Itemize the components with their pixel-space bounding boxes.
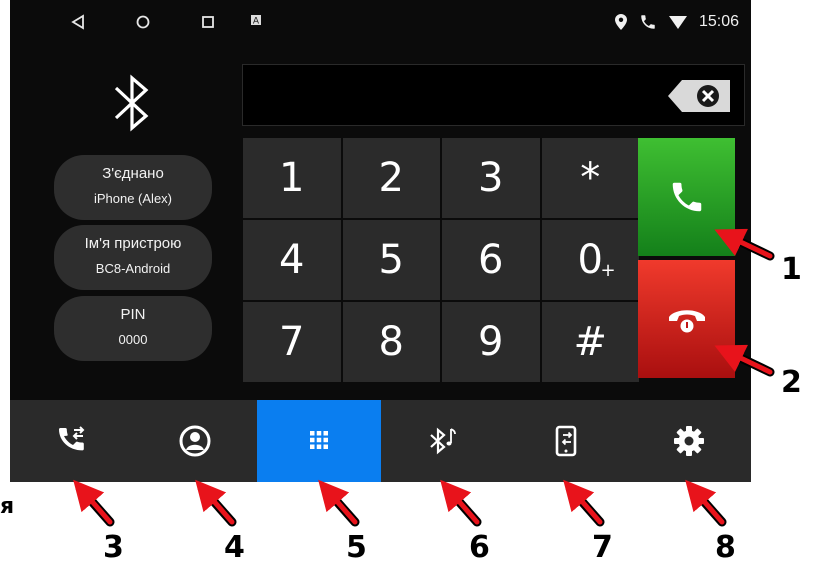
arrow-7 bbox=[563, 479, 603, 525]
connected-label: З'єднано bbox=[102, 165, 164, 182]
device-name-value: BC8-Android bbox=[95, 261, 171, 276]
key-7[interactable]: 7 bbox=[243, 302, 341, 382]
key-0[interactable]: 0 + bbox=[541, 220, 639, 300]
tab-dialpad[interactable] bbox=[257, 400, 381, 482]
recents-icon[interactable] bbox=[195, 9, 221, 35]
key-6[interactable]: 6 bbox=[442, 220, 540, 300]
hangup-button[interactable] bbox=[638, 260, 735, 378]
key-2[interactable]: 2 bbox=[342, 138, 440, 218]
tab-settings[interactable] bbox=[628, 400, 752, 482]
svg-text:A: A bbox=[253, 17, 260, 26]
phone-call-icon bbox=[672, 182, 702, 212]
hangup-icon bbox=[669, 310, 705, 333]
settings-icon bbox=[674, 426, 705, 456]
callout-8: 8 bbox=[715, 530, 736, 565]
callout-7: 7 bbox=[592, 530, 613, 565]
callout-6: 6 bbox=[469, 530, 490, 565]
arrow-6 bbox=[440, 479, 480, 525]
arrow-3 bbox=[73, 479, 113, 525]
tab-contacts[interactable] bbox=[134, 400, 258, 482]
clock: 15:06 bbox=[698, 13, 739, 30]
arrow-5 bbox=[318, 479, 358, 525]
callout-2: 2 bbox=[781, 365, 802, 400]
number-display[interactable] bbox=[242, 64, 745, 126]
bluetooth-icon bbox=[114, 74, 149, 132]
status-icons: 15:06 bbox=[614, 11, 739, 33]
notification-a-icon: A bbox=[251, 15, 261, 25]
device-name-label: Ім'я пристрою bbox=[84, 235, 182, 252]
connected-device: iPhone (Alex) bbox=[93, 191, 173, 206]
device-name-info: Ім'я пристрою BC8-Android bbox=[54, 225, 212, 290]
location-icon bbox=[614, 14, 627, 30]
callout-4: 4 bbox=[224, 530, 245, 565]
backspace-icon[interactable] bbox=[668, 80, 730, 112]
connection-status: З'єднано iPhone (Alex) bbox=[54, 155, 212, 220]
callout-3: 3 bbox=[103, 530, 124, 565]
pin-info: PIN 0000 bbox=[54, 296, 212, 361]
call-button[interactable] bbox=[638, 138, 735, 256]
call-log-icon bbox=[58, 426, 85, 451]
bluetooth-music-icon bbox=[430, 427, 457, 455]
dialpad-icon bbox=[309, 431, 328, 449]
key-hash[interactable]: # bbox=[541, 302, 639, 382]
tab-phone-transfer[interactable] bbox=[504, 400, 628, 482]
wifi-icon bbox=[668, 16, 687, 29]
tab-call-log[interactable] bbox=[10, 400, 134, 482]
key-star[interactable]: * bbox=[541, 138, 639, 218]
back-icon[interactable] bbox=[65, 9, 91, 35]
bottom-nav bbox=[10, 400, 751, 482]
head-unit-screen: A 15:06 З'єднано iPhone (Alex) Ім'я прис… bbox=[10, 0, 751, 482]
phone-icon bbox=[641, 15, 655, 29]
key-4[interactable]: 4 bbox=[243, 220, 341, 300]
callout-5: 5 bbox=[346, 530, 367, 565]
key-3[interactable]: 3 bbox=[442, 138, 540, 218]
dialpad: 1 2 3 * 4 5 6 0 + 7 8 9 # bbox=[243, 138, 639, 383]
arrow-4 bbox=[195, 479, 235, 525]
tab-bluetooth-music[interactable] bbox=[381, 400, 505, 482]
key-8[interactable]: 8 bbox=[342, 302, 440, 382]
key-9[interactable]: 9 bbox=[442, 302, 540, 382]
contacts-icon bbox=[179, 425, 211, 457]
pin-value: 0000 bbox=[118, 332, 148, 347]
arrow-8 bbox=[685, 479, 725, 525]
stray-text: я bbox=[0, 494, 15, 519]
phone-transfer-icon bbox=[555, 425, 577, 457]
key-5[interactable]: 5 bbox=[342, 220, 440, 300]
pin-label: PIN bbox=[120, 306, 146, 323]
key-1[interactable]: 1 bbox=[243, 138, 341, 218]
status-bar: A 15:06 bbox=[10, 0, 751, 44]
home-icon[interactable] bbox=[130, 9, 156, 35]
key-0-plus: + bbox=[600, 260, 616, 281]
callout-1: 1 bbox=[781, 252, 802, 287]
